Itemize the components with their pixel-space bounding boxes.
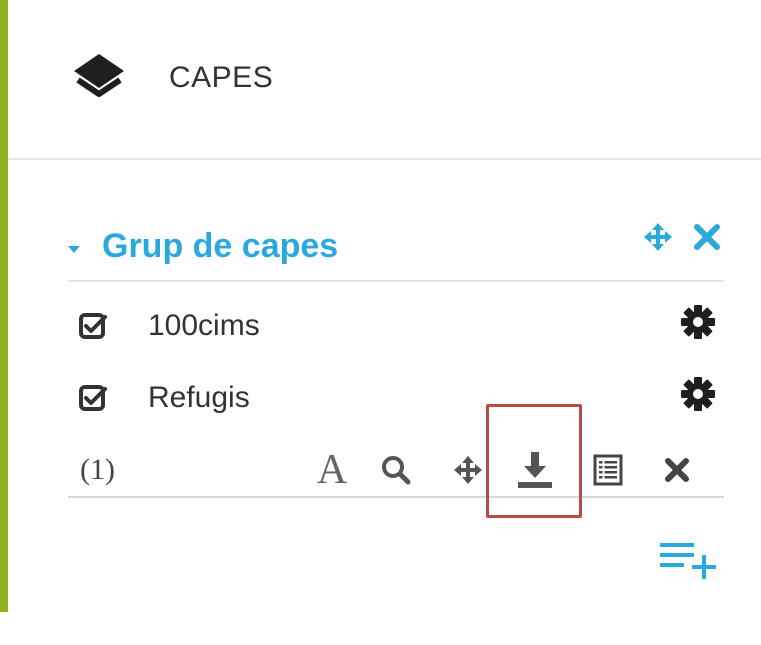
layers-panel: CAPES Grup de capes 100cims Refugis (1) … (0, 0, 761, 645)
layers-icon (74, 54, 124, 97)
zoom-icon[interactable] (374, 448, 418, 492)
layer-item: 100cims (68, 298, 724, 354)
panel-accent-bar (0, 0, 8, 612)
table-icon-svg (593, 454, 623, 486)
gear-icon[interactable] (680, 304, 716, 340)
font-glyph: A (316, 447, 348, 493)
move-icon[interactable] (643, 222, 673, 252)
move-icon[interactable] (446, 448, 490, 492)
download-highlight-box (486, 404, 582, 518)
checkbox-checked-icon[interactable] (78, 384, 108, 414)
remove-icon[interactable] (655, 448, 699, 492)
remove-icon-svg (665, 458, 689, 482)
layer-group-header[interactable]: Grup de capes (68, 220, 724, 282)
font-icon[interactable]: A (310, 448, 354, 492)
add-layer-icon[interactable] (658, 537, 720, 583)
group-title[interactable]: Grup de capes (102, 224, 338, 268)
gear-icon[interactable] (680, 376, 716, 412)
caret-down-icon[interactable] (68, 246, 80, 253)
panel-title: CAPES (169, 61, 274, 94)
table-icon[interactable] (586, 448, 630, 492)
layer-label[interactable]: Refugis (148, 376, 250, 420)
layer-label[interactable]: 100cims (148, 304, 260, 348)
panel-header: CAPES (8, 0, 761, 160)
layer-tools-row: (1) A (68, 440, 724, 498)
layer-count: (1) (80, 453, 115, 486)
zoom-icon-svg (382, 456, 411, 485)
checkbox-checked-icon[interactable] (78, 312, 108, 342)
move-icon-svg (454, 456, 482, 484)
layer-item: Refugis (68, 370, 724, 426)
close-icon[interactable] (692, 222, 722, 252)
